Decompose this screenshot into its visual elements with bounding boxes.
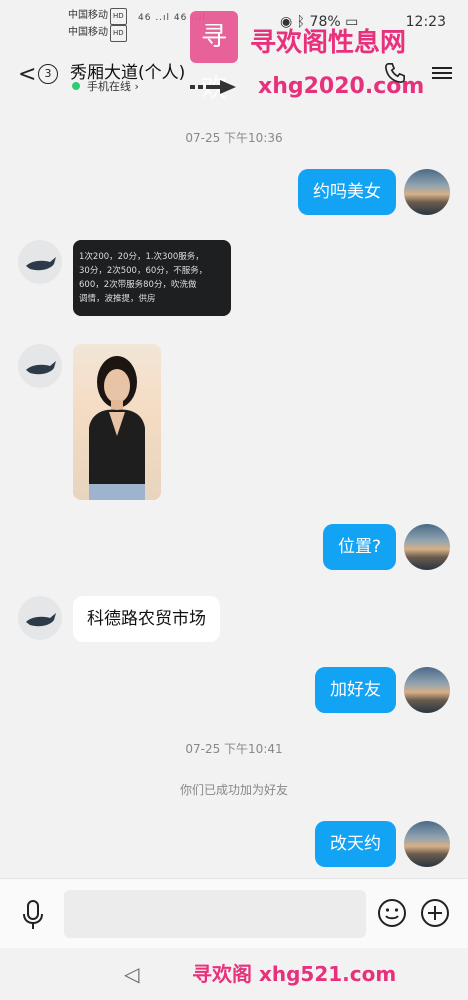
menu-bar <box>432 77 452 79</box>
more-options-button[interactable] <box>420 898 450 928</box>
menu-bar <box>432 72 452 74</box>
carrier-1: 中国移动 <box>68 10 108 21</box>
price-line: 调情，波推提，供房 <box>79 294 156 304</box>
contact-avatar[interactable] <box>18 344 62 388</box>
watermark-logo: 寻欢 <box>190 11 238 104</box>
timestamp: 07-25 下午10:41 <box>185 742 283 756</box>
whale-icon <box>26 613 56 627</box>
unread-badge: 3 <box>38 64 58 84</box>
price-image-message[interactable]: 1次200，20分，1.次300服务， 30分，2次500，60分，不服务， 6… <box>73 240 231 316</box>
back-button[interactable]: < <box>18 62 36 87</box>
timestamp: 07-25 下午10:36 <box>185 131 283 145</box>
menu-bar <box>432 67 452 69</box>
contact-avatar[interactable] <box>18 596 62 640</box>
contact-avatar[interactable] <box>18 240 62 284</box>
nav-back-button[interactable]: ◁ <box>124 962 139 986</box>
whale-icon <box>26 257 56 271</box>
message-bubble-outgoing[interactable]: 改天约 <box>315 821 396 867</box>
emoji-button[interactable] <box>377 898 407 928</box>
price-line: 600，2次带服务80分，吹洗做 <box>79 280 197 290</box>
watermark-brand: 寻欢阁性息网 <box>250 28 407 58</box>
message-bubble-outgoing[interactable]: 位置? <box>322 524 396 570</box>
message-bubble-outgoing[interactable]: 约吗美女 <box>298 169 396 215</box>
hd-badge-2: HD <box>110 25 127 42</box>
carrier-2: 中国移动 <box>68 27 108 38</box>
photo-message[interactable] <box>73 344 161 500</box>
price-line: 1次200，20分，1.次300服务， <box>79 252 204 262</box>
voice-input-button[interactable] <box>22 900 44 930</box>
chat-screen: 中国移动 HD 中国移动 HD 46 ..ıl 46 ..ıl ◉ ᛒ 78% ▭ … <box>0 0 468 1000</box>
watermark-footer: 寻欢阁 xhg521.com <box>192 962 397 986</box>
message-input[interactable] <box>64 890 366 938</box>
message-bubble-incoming[interactable]: 科德路农贸市场 <box>73 596 220 642</box>
menu-button[interactable] <box>432 64 452 82</box>
self-avatar[interactable] <box>404 524 450 570</box>
arrow-icon <box>190 80 236 94</box>
message-bubble-outgoing[interactable]: 加好友 <box>315 667 396 713</box>
self-avatar[interactable] <box>404 667 450 713</box>
hd-badge: HD <box>110 8 127 25</box>
self-avatar[interactable] <box>404 169 450 215</box>
price-line: 30分，2次500，60分，不服务， <box>79 266 208 276</box>
whale-icon <box>26 361 56 375</box>
clock: 12:23 <box>405 14 446 30</box>
status-carriers: 中国移动 HD 中国移动 HD <box>68 8 127 42</box>
self-avatar[interactable] <box>404 821 450 867</box>
phone-call-button[interactable] <box>384 62 406 84</box>
system-message: 你们已成功加为好友 <box>179 783 288 797</box>
presence-status[interactable]: 手机在线 › <box>87 78 139 94</box>
online-dot-icon <box>72 82 80 90</box>
photo-image <box>89 356 145 500</box>
